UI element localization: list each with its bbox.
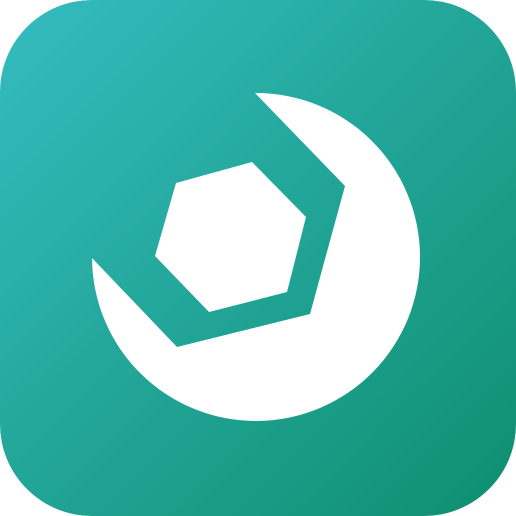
app-icon-graphic [0,0,516,516]
app-icon[interactable] [0,0,516,516]
